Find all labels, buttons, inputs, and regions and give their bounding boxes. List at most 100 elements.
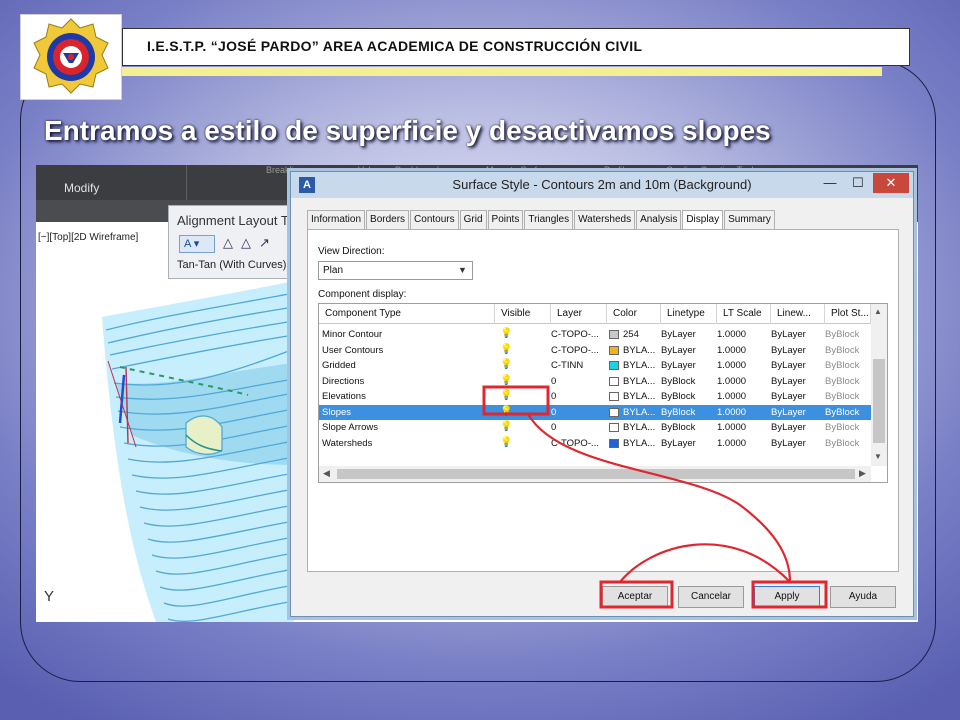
col-component-type[interactable]: Component Type: [319, 304, 495, 324]
tab-analysis[interactable]: Analysis: [636, 210, 682, 229]
tab-triangles[interactable]: Triangles: [524, 210, 574, 229]
cell-linetype: ByLayer: [661, 360, 696, 371]
apply-button[interactable]: Apply: [754, 586, 820, 608]
table-row-slopes[interactable]: Slopes 💡 0 BYLA... ByBlock 1.0000 ByLaye…: [319, 404, 871, 420]
cell-linetype: ByBlock: [661, 375, 696, 387]
table-row-user-contours[interactable]: User Contours 💡 C-TOPO-... BYLA... ByLay…: [319, 343, 871, 359]
cell-lineweight: ByLayer: [771, 329, 806, 340]
chevron-down-icon: ▼: [458, 265, 467, 275]
cancel-button[interactable]: Cancelar: [678, 586, 744, 608]
cell-color: BYLA...: [623, 391, 656, 402]
scroll-up-icon[interactable]: ▲: [874, 307, 882, 316]
color-swatch: [609, 330, 619, 339]
viewport-label[interactable]: [−][Top][2D Wireframe]: [38, 232, 138, 243]
col-layer[interactable]: Layer: [551, 304, 607, 324]
visible-on-icon[interactable]: 💡: [500, 328, 512, 339]
cell-plot-style: ByBlock: [825, 422, 860, 433]
scroll-down-icon[interactable]: ▼: [874, 452, 882, 461]
visible-off-icon[interactable]: 💡: [500, 344, 512, 355]
tab-points[interactable]: Points: [487, 210, 524, 229]
cell-color: BYLA...: [623, 422, 656, 433]
tab-grid[interactable]: Grid: [459, 210, 487, 229]
tab-contours[interactable]: Contours: [410, 210, 459, 229]
cell-plot-style: ByBlock: [825, 344, 860, 356]
visible-off-icon[interactable]: 💡: [500, 421, 512, 432]
slide-title: Entramos a estilo de superficie y desact…: [44, 115, 771, 146]
institution-header: I.E.S.T.P. “JOSÉ PARDO” AREA ACADEMICA D…: [122, 28, 910, 66]
col-lt-scale[interactable]: LT Scale: [717, 304, 771, 324]
surface-style-dialog: A Surface Style - Contours 2m and 10m (B…: [290, 171, 914, 617]
minimize-icon[interactable]: —: [819, 175, 841, 193]
visible-off-icon[interactable]: 💡: [500, 359, 512, 370]
visible-off-icon[interactable]: 💡: [500, 390, 512, 401]
cell-color: BYLA...: [623, 437, 656, 449]
col-plot-style[interactable]: Plot St...: [825, 304, 871, 324]
color-swatch: [609, 392, 619, 401]
cell-lineweight: ByLayer: [771, 375, 806, 387]
visible-off-icon[interactable]: 💡: [500, 375, 512, 386]
accept-button[interactable]: Aceptar: [602, 586, 668, 608]
break-pi-icon[interactable]: ↗: [259, 235, 270, 251]
table-row-minor-contour[interactable]: Minor Contour 💡 C-TOPO-... 254 ByLayer 1…: [319, 327, 871, 343]
component-display-grid: Component Type Visible Layer Color Linet…: [318, 303, 888, 483]
col-visible[interactable]: Visible: [495, 304, 551, 324]
cell-linetype: ByBlock: [661, 422, 696, 433]
table-row-gridded[interactable]: Gridded 💡 C-TINN BYLA... ByLayer 1.0000 …: [319, 358, 871, 374]
tab-information[interactable]: Information: [307, 210, 366, 229]
col-linetype[interactable]: Linetype: [661, 304, 717, 324]
cell-component-type: Elevations: [322, 391, 366, 402]
cell-component-type: Directions: [322, 375, 365, 387]
scroll-left-icon[interactable]: ◀: [323, 468, 330, 479]
cell-component-type: Slope Arrows: [322, 422, 378, 433]
cell-component-type: Gridded: [322, 360, 356, 371]
grid-horizontal-scrollbar[interactable]: ◀ ▶: [319, 466, 871, 482]
table-row-watersheds[interactable]: Watersheds 💡 C-TOPO-... BYLA... ByLayer …: [319, 436, 871, 452]
cell-color: BYLA...: [623, 375, 656, 387]
horizontal-scroll-thumb[interactable]: [337, 469, 855, 479]
cell-linetype: ByBlock: [661, 391, 696, 402]
delete-pi-icon[interactable]: △: [241, 235, 251, 251]
table-row-slope-arrows[interactable]: Slope Arrows 💡 0 BYLA... ByBlock 1.0000 …: [319, 420, 871, 436]
view-direction-label: View Direction:: [318, 246, 385, 257]
tab-watersheds[interactable]: Watersheds: [574, 210, 636, 229]
cell-plot-style: ByBlock: [825, 406, 860, 418]
cell-lineweight: ByLayer: [771, 360, 806, 371]
color-swatch: [609, 376, 619, 386]
dialog-tabs: Information Borders Contours Grid Points…: [307, 210, 776, 229]
cell-lt-scale: 1.0000: [717, 360, 747, 371]
visible-off-icon[interactable]: 💡: [500, 406, 512, 417]
tab-borders[interactable]: Borders: [366, 210, 410, 229]
cell-lt-scale: 1.0000: [717, 437, 747, 449]
table-row-directions[interactable]: Directions 💡 0 BYLA... ByBlock 1.0000 By…: [319, 374, 871, 390]
visible-off-icon[interactable]: 💡: [500, 437, 512, 448]
color-swatch: [609, 407, 619, 417]
cell-component-type: Watersheds: [322, 437, 373, 449]
header-underline: [122, 67, 882, 76]
add-pi-icon[interactable]: △: [223, 235, 233, 251]
col-color[interactable]: Color: [607, 304, 661, 324]
alignment-tool-dropdown[interactable]: A ▾: [179, 235, 215, 253]
scroll-right-icon[interactable]: ▶: [859, 468, 866, 479]
cell-plot-style: ByBlock: [825, 360, 860, 371]
ucs-icon-label: Y: [44, 588, 55, 605]
cell-layer: C-TINN: [551, 360, 584, 371]
view-direction-select[interactable]: Plan ▼: [318, 261, 473, 280]
help-button[interactable]: Ayuda: [830, 586, 896, 608]
cell-color: 254: [623, 329, 639, 340]
color-swatch: [609, 361, 619, 370]
view-direction-value: Plan: [323, 265, 344, 276]
tab-display[interactable]: Display: [682, 210, 724, 229]
maximize-icon[interactable]: ☐: [847, 175, 869, 193]
cell-plot-style: ByBlock: [825, 375, 860, 387]
col-lineweight[interactable]: Linew...: [771, 304, 825, 324]
cell-layer: 0: [551, 422, 557, 433]
vertical-scroll-thumb[interactable]: [873, 359, 885, 443]
cell-lt-scale: 1.0000: [717, 329, 747, 340]
tab-summary[interactable]: Summary: [724, 210, 775, 229]
alignment-toolbar-title: Alignment Layout T: [177, 213, 289, 228]
cell-lineweight: ByLayer: [771, 437, 806, 449]
grid-vertical-scrollbar[interactable]: ▲ ▼: [871, 304, 887, 466]
close-icon[interactable]: ✕: [873, 173, 909, 193]
cell-lineweight: ByLayer: [771, 344, 806, 356]
table-row-elevations[interactable]: Elevations 💡 0 BYLA... ByBlock 1.0000 By…: [319, 389, 871, 405]
